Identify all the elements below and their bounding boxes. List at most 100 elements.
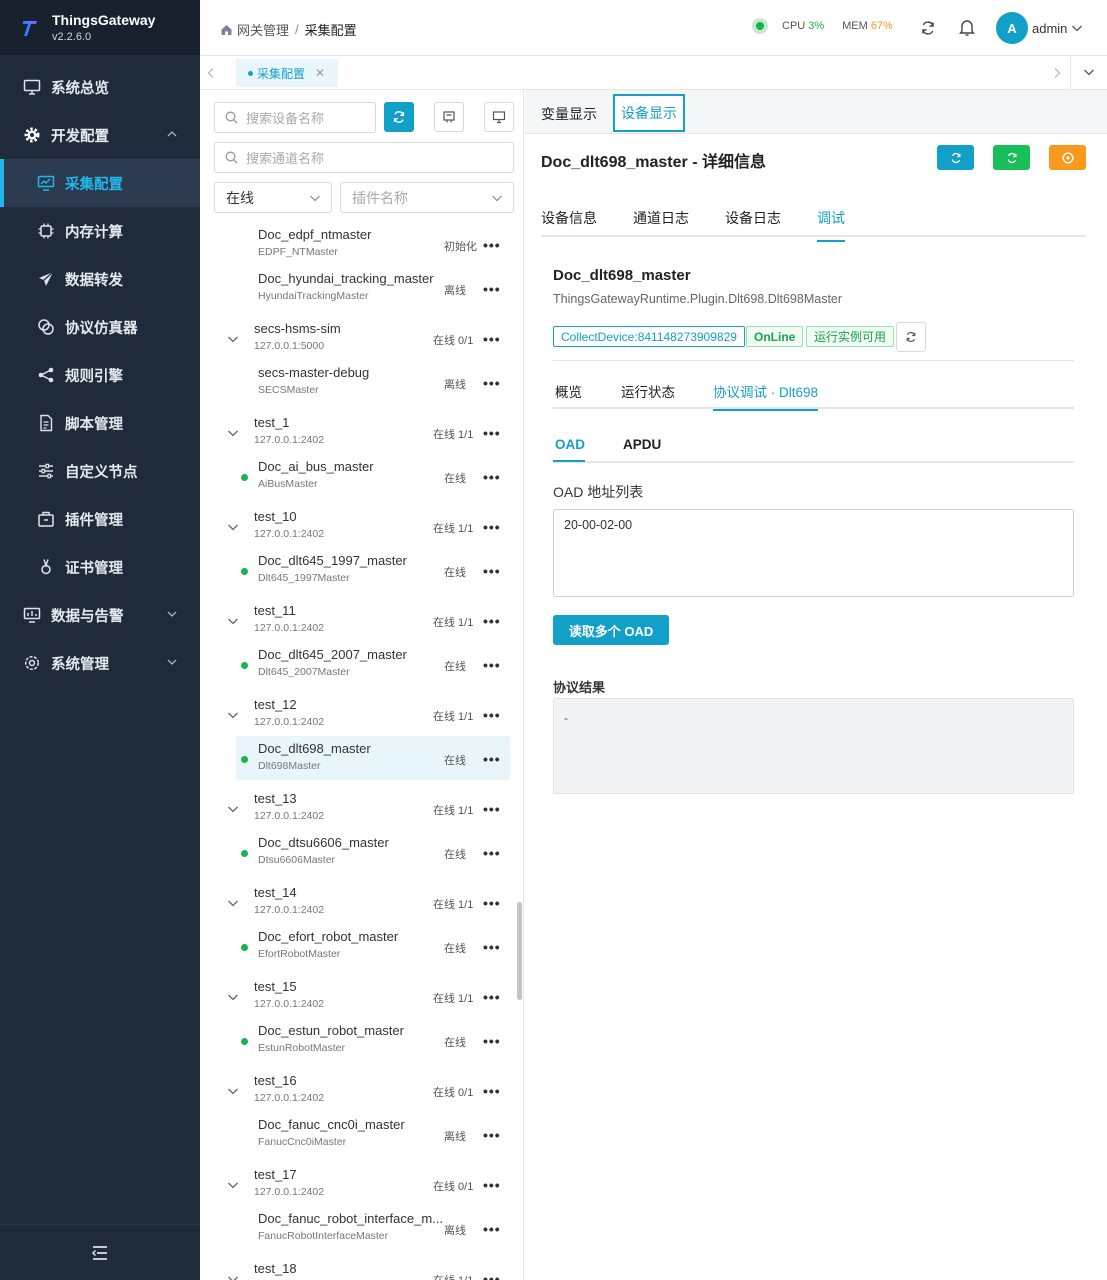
tab-overview[interactable]: 概览 — [555, 381, 582, 401]
read-oad-button[interactable]: 读取多个 OAD — [553, 615, 669, 645]
more-icon[interactable]: ••• — [483, 1083, 501, 1099]
home-icon[interactable] — [220, 23, 233, 36]
device-node[interactable]: Doc_edpf_ntmaster EDPF_NTMaster 初始化 ••• — [200, 225, 524, 268]
tab-variables[interactable]: 变量显示 — [541, 104, 597, 124]
device-node[interactable]: Doc_dlt645_1997_master Dlt645_1997Master 在… — [200, 548, 524, 594]
nav-item-collect-config[interactable]: 采集配置 — [0, 159, 200, 207]
device-search-input[interactable]: 搜索设备名称 — [214, 102, 376, 133]
chevron-down-icon[interactable] — [227, 1274, 239, 1280]
channel-node[interactable]: test_10 127.0.0.1:2402 在线 1/1 ••• — [200, 504, 524, 550]
chevron-down-icon[interactable] — [227, 898, 239, 908]
more-icon[interactable]: ••• — [483, 939, 501, 955]
nav-item-certificate[interactable]: 证书管理 — [0, 543, 200, 591]
nav-item-plugin[interactable]: 插件管理 — [0, 495, 200, 543]
device-node[interactable]: Doc_fanuc_robot_interface_m... FanucRobot… — [200, 1206, 524, 1252]
more-icon[interactable]: ••• — [483, 751, 501, 767]
chevron-down-icon[interactable] — [227, 1086, 239, 1096]
tab-collect-config[interactable]: 采集配置 ✕ — [236, 59, 338, 87]
chevron-down-icon[interactable] — [1083, 67, 1095, 77]
more-icon[interactable]: ••• — [483, 519, 501, 535]
more-icon[interactable]: ••• — [483, 895, 501, 911]
more-icon[interactable]: ••• — [483, 281, 501, 297]
more-icon[interactable]: ••• — [483, 1271, 501, 1280]
nav-item-system[interactable]: 系统管理 — [0, 639, 200, 687]
more-icon[interactable]: ••• — [483, 1221, 501, 1237]
reload-button[interactable] — [993, 145, 1030, 170]
display-mode-button[interactable] — [484, 102, 514, 132]
device-node[interactable]: secs-master-debug SECSMaster 离线 ••• — [200, 360, 524, 406]
device-node[interactable]: Doc_dlt645_2007_master Dlt645_2007Master 在… — [200, 642, 524, 688]
more-icon[interactable]: ••• — [483, 1033, 501, 1049]
device-node[interactable]: Doc_efort_robot_master EfortRobotMaster 在线… — [200, 924, 524, 970]
tab-device-info[interactable]: 设备信息 — [541, 208, 597, 228]
more-icon[interactable]: ••• — [483, 237, 501, 253]
chevron-down-icon[interactable] — [227, 522, 239, 532]
tab-protocol-debug[interactable]: 协议调试 · Dlt698 — [713, 381, 819, 411]
refresh-icon[interactable] — [920, 20, 936, 36]
channel-node[interactable]: test_14 127.0.0.1:2402 在线 1/1 ••• — [200, 880, 524, 926]
sidebar-collapse-button[interactable] — [0, 1224, 200, 1280]
restart-button[interactable] — [937, 145, 974, 170]
oad-list-textarea[interactable]: 20-00-02-00 — [553, 509, 1074, 597]
chevron-down-icon[interactable] — [227, 992, 239, 1002]
tab-apdu[interactable]: APDU — [623, 437, 661, 452]
more-icon[interactable]: ••• — [483, 1177, 501, 1193]
device-node[interactable]: Doc_dtsu6606_master Dtsu6606Master 在线 ••• — [200, 830, 524, 876]
nav-item-memory-compute[interactable]: 内存计算 — [0, 207, 200, 255]
more-icon[interactable]: ••• — [483, 657, 501, 673]
nav-item-script[interactable]: 脚本管理 — [0, 399, 200, 447]
channel-node[interactable]: test_11 127.0.0.1:2402 在线 1/1 ••• — [200, 598, 524, 644]
chevron-right-icon[interactable] — [1052, 67, 1062, 79]
tab-device-log[interactable]: 设备日志 — [725, 208, 781, 228]
refresh-status-button[interactable] — [896, 322, 926, 352]
channel-node[interactable]: test_1 127.0.0.1:2402 在线 1/1 ••• — [200, 410, 524, 456]
chevron-down-icon[interactable] — [227, 710, 239, 720]
nav-item-dev-config[interactable]: 开发配置 — [0, 111, 200, 159]
channel-node[interactable]: secs-hsms-sim 127.0.0.1:5000 在线 0/1 ••• — [200, 316, 524, 362]
more-icon[interactable]: ••• — [483, 331, 501, 347]
scrollbar[interactable] — [517, 902, 522, 1000]
nav-item-simulator[interactable]: 协议仿真器 — [0, 303, 200, 351]
chevron-down-icon[interactable] — [227, 334, 239, 344]
channel-node[interactable]: test_17 127.0.0.1:2402 在线 0/1 ••• — [200, 1162, 524, 1208]
chevron-down-icon[interactable] — [227, 428, 239, 438]
channel-node[interactable]: test_13 127.0.0.1:2402 在线 1/1 ••• — [200, 786, 524, 832]
tab-channel-log[interactable]: 通道日志 — [633, 208, 689, 228]
chevron-down-icon[interactable] — [1071, 23, 1083, 33]
device-node[interactable]: Doc_fanuc_cnc0i_master FanucCnc0iMaster 离线… — [200, 1112, 524, 1158]
channel-node[interactable]: test_12 127.0.0.1:2402 在线 1/1 ••• — [200, 692, 524, 738]
username[interactable]: admin — [1032, 21, 1067, 36]
more-icon[interactable]: ••• — [483, 375, 501, 391]
tab-devices[interactable]: 设备显示 — [613, 94, 685, 132]
tab-debug[interactable]: 调试 — [817, 208, 845, 242]
more-icon[interactable]: ••• — [483, 801, 501, 817]
bell-icon[interactable] — [958, 18, 976, 37]
refresh-tree-button[interactable] — [384, 102, 414, 132]
chevron-down-icon[interactable] — [227, 616, 239, 626]
nav-item-data-alarm[interactable]: 数据与告警 — [0, 591, 200, 639]
nav-item-data-forward[interactable]: 数据转发 — [0, 255, 200, 303]
status-filter-select[interactable]: 在线 — [214, 182, 332, 213]
channel-search-input[interactable]: 搜索通道名称 — [214, 142, 514, 173]
chevron-left-icon[interactable] — [206, 67, 216, 79]
more-icon[interactable]: ••• — [483, 613, 501, 629]
more-icon[interactable]: ••• — [483, 1127, 501, 1143]
nav-item-rule-engine[interactable]: 规则引擎 — [0, 351, 200, 399]
breadcrumb-item[interactable]: 网关管理 — [237, 20, 289, 39]
more-icon[interactable]: ••• — [483, 707, 501, 723]
avatar[interactable]: A — [996, 12, 1028, 44]
tab-run-status[interactable]: 运行状态 — [621, 381, 675, 401]
more-icon[interactable]: ••• — [483, 425, 501, 441]
device-node[interactable]: Doc_estun_robot_master EstunRobotMaster 在线… — [200, 1018, 524, 1064]
filter-button[interactable] — [434, 102, 464, 132]
device-node[interactable]: Doc_dlt698_master Dlt698Master 在线 ••• — [200, 736, 524, 782]
tab-oad[interactable]: OAD — [553, 437, 585, 462]
more-icon[interactable]: ••• — [483, 989, 501, 1005]
channel-node[interactable]: test_16 127.0.0.1:2402 在线 0/1 ••• — [200, 1068, 524, 1114]
nav-item-custom-node[interactable]: 自定义节点 — [0, 447, 200, 495]
chevron-down-icon[interactable] — [227, 1180, 239, 1190]
channel-node[interactable]: test_18 在线 1/1 ••• — [200, 1256, 524, 1280]
plugin-filter-select[interactable]: 插件名称 — [340, 182, 514, 213]
device-node[interactable]: Doc_hyundai_tracking_master HyundaiTracki… — [200, 266, 524, 312]
more-icon[interactable]: ••• — [483, 469, 501, 485]
